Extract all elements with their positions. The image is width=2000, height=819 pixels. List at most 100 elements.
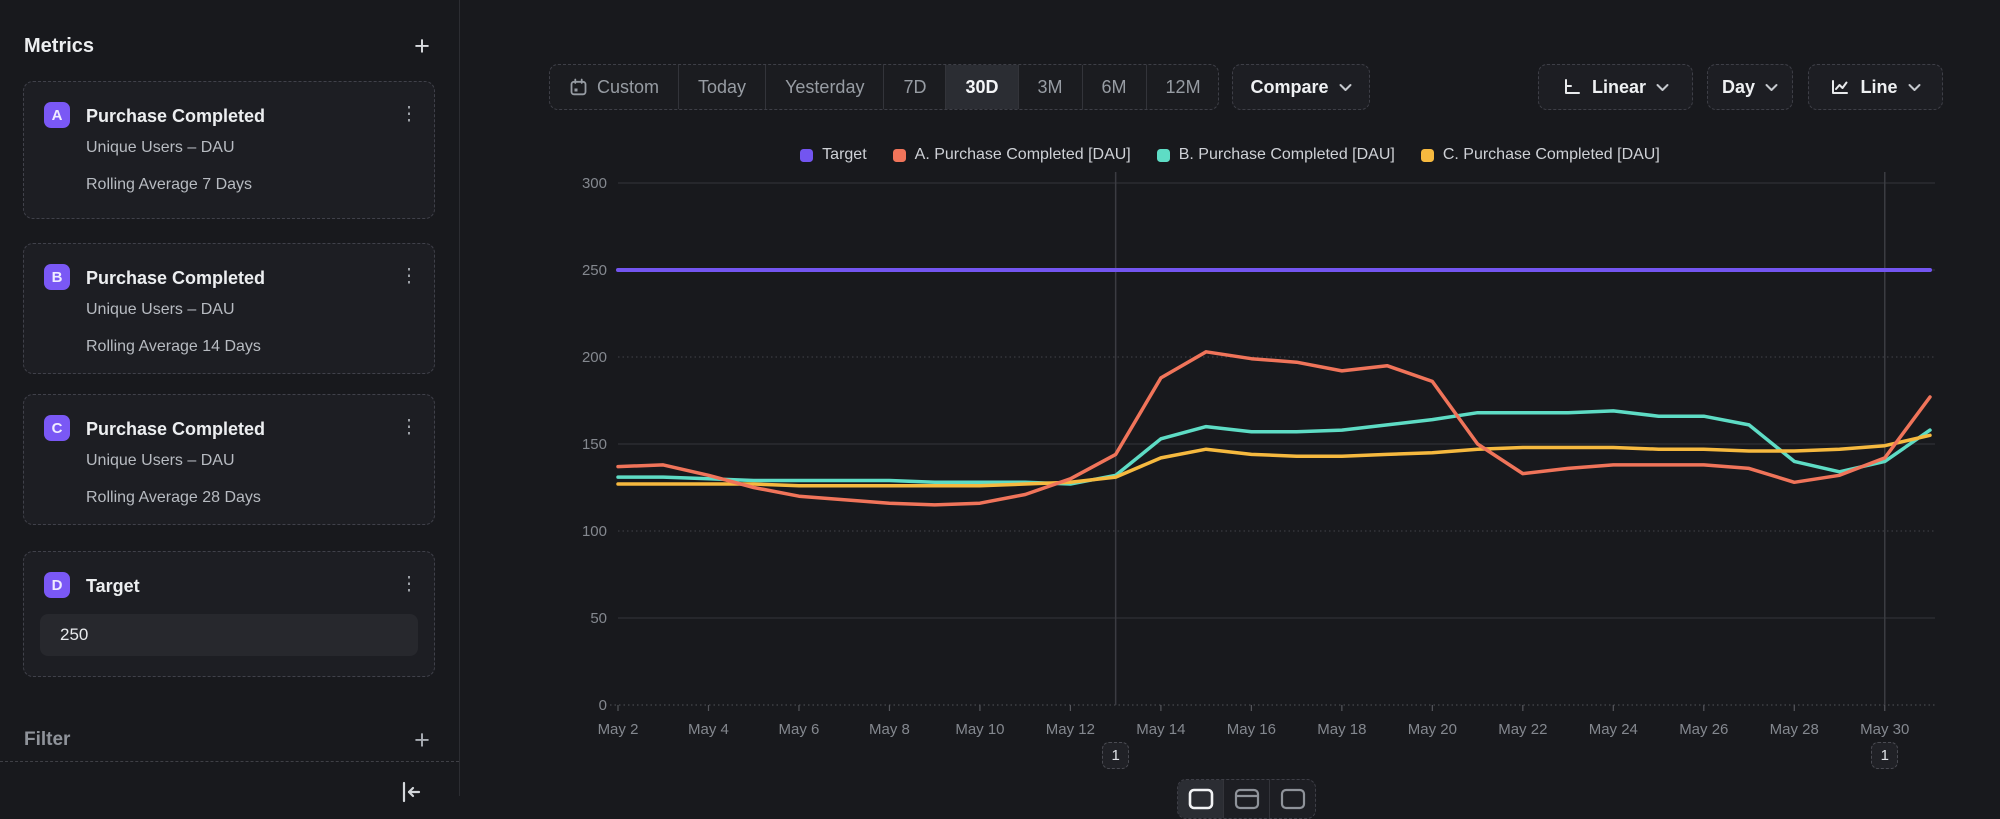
metric-measure: Unique Users – DAU — [86, 452, 235, 470]
x-tick-label: May 14 — [1136, 721, 1185, 738]
metric-card-b[interactable]: B Purchase Completed ⋮ Unique Users – DA… — [23, 243, 435, 374]
compare-button[interactable]: Compare — [1232, 64, 1370, 110]
granularity-dropdown[interactable]: Day — [1707, 64, 1793, 110]
chevron-down-icon — [1339, 83, 1352, 92]
calendar-icon — [569, 78, 588, 97]
metric-badge-a: A — [44, 102, 70, 128]
legend-item[interactable]: A. Purchase Completed [DAU] — [893, 146, 1131, 164]
annotation-badge[interactable]: 1 — [1102, 742, 1129, 769]
legend-swatch — [893, 149, 906, 162]
collapse-left-icon — [398, 780, 424, 806]
chevron-down-icon — [1908, 83, 1921, 92]
metric-measure: Unique Users – DAU — [86, 139, 235, 157]
view-toggle-split-view[interactable] — [1224, 780, 1270, 818]
metric-title: Purchase Completed — [86, 268, 265, 289]
chart-legend: Target A. Purchase Completed [DAU] B. Purc… — [460, 143, 2000, 167]
legend-swatch — [800, 149, 813, 162]
metric-measure: Unique Users – DAU — [86, 301, 235, 319]
add-filter-button[interactable]: + — [409, 727, 435, 753]
target-card[interactable]: D Target ⋮ — [23, 551, 435, 677]
x-tick-label: May 2 — [598, 721, 639, 738]
annotation-badge[interactable]: 1 — [1871, 742, 1898, 769]
x-tick-label: May 18 — [1317, 721, 1366, 738]
split-view-icon — [1234, 788, 1260, 810]
kebab-menu-icon[interactable]: ⋮ — [398, 413, 420, 443]
view-toggle — [1177, 779, 1316, 819]
legend-label: Target — [822, 146, 866, 164]
y-tick-label: 150 — [582, 436, 607, 453]
chart-type-label: Line — [1860, 77, 1897, 98]
time-range-3m[interactable]: 3M — [1019, 65, 1083, 109]
legend-item[interactable]: Target — [800, 146, 866, 164]
view-toggle-chart-view[interactable] — [1178, 780, 1224, 818]
kebab-menu-icon[interactable]: ⋮ — [398, 570, 420, 600]
x-tick-label: May 6 — [779, 721, 820, 738]
chevron-down-icon — [1765, 83, 1778, 92]
legend-item[interactable]: C. Purchase Completed [DAU] — [1421, 146, 1660, 164]
metric-badge-c: C — [44, 415, 70, 441]
table-view-icon — [1280, 788, 1306, 810]
x-tick-label: May 30 — [1860, 721, 1909, 738]
series-line — [618, 435, 1930, 486]
compare-label: Compare — [1250, 77, 1328, 98]
time-range-custom[interactable]: Custom — [550, 65, 679, 109]
x-tick-label: May 24 — [1589, 721, 1638, 738]
x-tick-label: May 12 — [1046, 721, 1095, 738]
filter-title: Filter — [24, 729, 70, 751]
view-toggle-table-view[interactable] — [1270, 780, 1315, 818]
metric-title: Purchase Completed — [86, 419, 265, 440]
series-line — [618, 352, 1930, 505]
scale-dropdown[interactable]: Linear — [1538, 64, 1693, 110]
time-range-6m[interactable]: 6M — [1083, 65, 1147, 109]
time-range-today[interactable]: Today — [679, 65, 766, 109]
time-range-selector: CustomTodayYesterday7D30D3M6M12M — [549, 64, 1219, 110]
metric-title: Purchase Completed — [86, 106, 265, 127]
x-tick-label: May 20 — [1408, 721, 1457, 738]
legend-item[interactable]: B. Purchase Completed [DAU] — [1157, 146, 1395, 164]
x-tick-label: May 16 — [1227, 721, 1276, 738]
y-tick-label: 250 — [582, 262, 607, 279]
time-range-12m[interactable]: 12M — [1147, 65, 1219, 109]
chevron-down-icon — [1656, 83, 1669, 92]
filter-header: Filter + — [24, 724, 435, 756]
y-tick-label: 0 — [599, 697, 607, 714]
line-chart-icon — [1830, 77, 1850, 97]
metrics-header: Metrics + — [24, 32, 435, 60]
kebab-menu-icon[interactable]: ⋮ — [398, 262, 420, 292]
target-title: Target — [86, 576, 140, 597]
time-range-30d[interactable]: 30D — [946, 65, 1018, 109]
chart-type-dropdown[interactable]: Line — [1808, 64, 1943, 110]
x-tick-label: May 8 — [869, 721, 910, 738]
target-value-input[interactable] — [40, 614, 418, 656]
chart-view-icon — [1188, 788, 1214, 810]
add-metric-button[interactable]: + — [409, 33, 435, 59]
legend-swatch — [1157, 149, 1170, 162]
metrics-dashboard: Metrics + A Purchase Completed ⋮ Unique … — [0, 0, 2000, 796]
collapse-sidebar-button[interactable] — [398, 780, 428, 796]
metric-card-c[interactable]: C Purchase Completed ⋮ Unique Users – DA… — [23, 394, 435, 525]
legend-swatch — [1421, 149, 1434, 162]
kebab-menu-icon[interactable]: ⋮ — [398, 100, 420, 130]
sidebar-divider — [0, 761, 459, 762]
metric-rolling-average: Rolling Average 7 Days — [86, 176, 252, 194]
x-tick-label: May 22 — [1498, 721, 1547, 738]
legend-label: B. Purchase Completed [DAU] — [1179, 146, 1395, 164]
linear-scale-icon — [1562, 77, 1582, 97]
y-tick-label: 50 — [590, 610, 607, 627]
y-tick-label: 200 — [582, 349, 607, 366]
x-tick-label: May 10 — [955, 721, 1004, 738]
metric-badge-b: B — [44, 264, 70, 290]
metric-badge-d: D — [44, 572, 70, 598]
time-range-7d[interactable]: 7D — [884, 65, 946, 109]
metric-rolling-average: Rolling Average 14 Days — [86, 338, 261, 356]
granularity-label: Day — [1722, 77, 1755, 98]
time-range-yesterday[interactable]: Yesterday — [766, 65, 884, 109]
series-line — [618, 411, 1930, 484]
x-tick-label: May 4 — [688, 721, 729, 738]
scale-label: Linear — [1592, 77, 1646, 98]
y-tick-label: 100 — [582, 523, 607, 540]
metric-card-a[interactable]: A Purchase Completed ⋮ Unique Users – DA… — [23, 81, 435, 219]
y-tick-label: 300 — [582, 175, 607, 192]
sidebar: Metrics + A Purchase Completed ⋮ Unique … — [0, 0, 460, 796]
x-tick-label: May 28 — [1770, 721, 1819, 738]
